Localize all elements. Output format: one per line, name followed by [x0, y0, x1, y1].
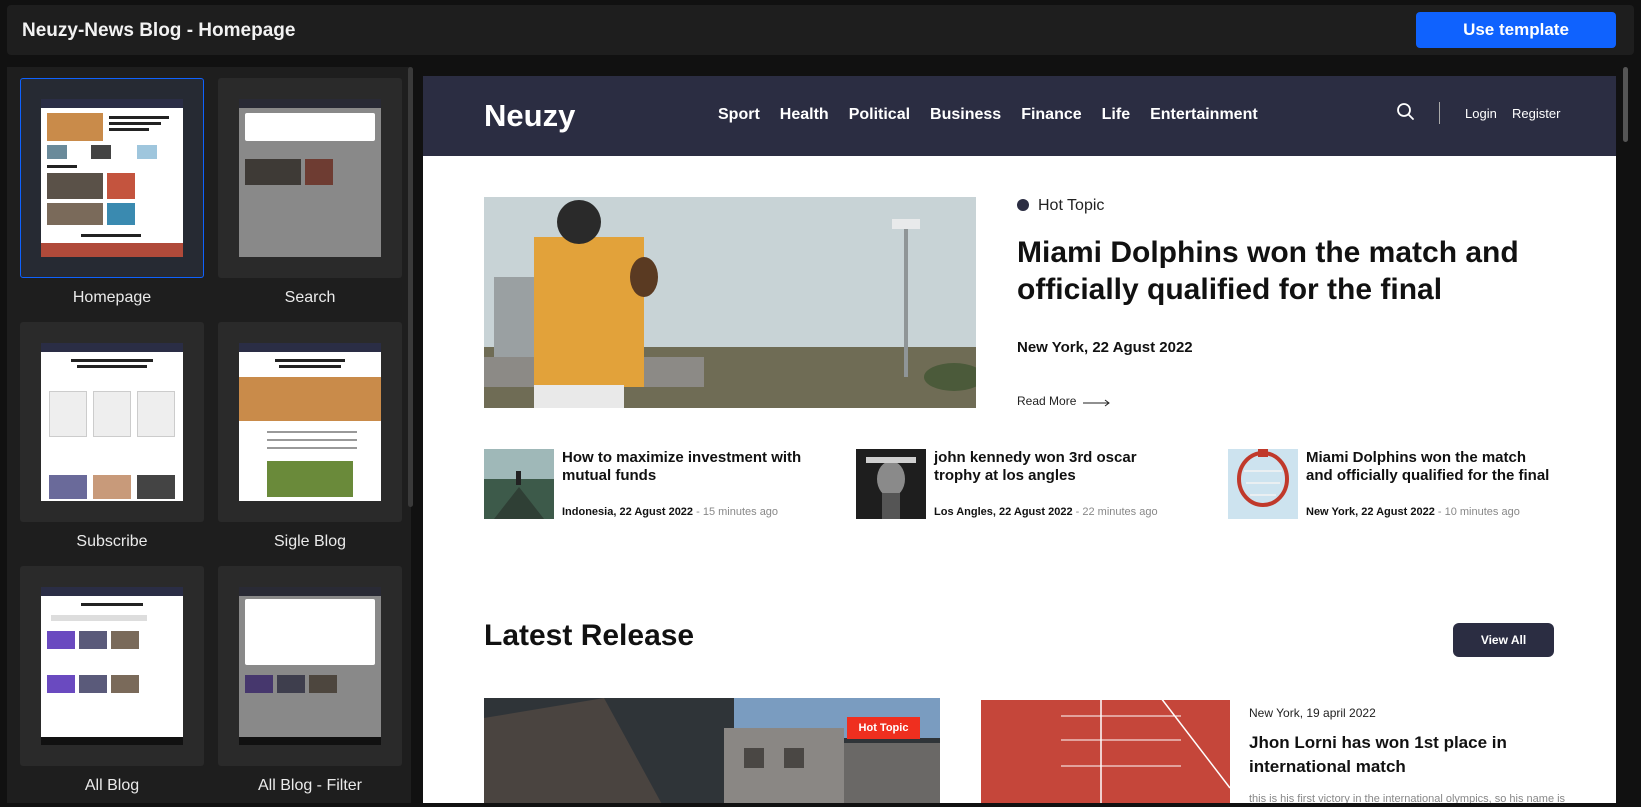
read-more-link[interactable]: Read More: [1017, 394, 1076, 408]
hero-date: 22 Agust 2022: [1092, 339, 1193, 356]
post-date: 22 Agust 2022: [619, 506, 694, 518]
template-label: Search: [284, 289, 336, 306]
all-blog-mini-preview: [41, 587, 183, 745]
search-mini-preview: [239, 99, 381, 257]
post-time-ago: - 10 minutes ago: [1437, 506, 1520, 518]
small-post[interactable]: john kennedy won 3rd oscar trophy at los…: [856, 449, 1186, 519]
template-gallery: Homepage Search Subscribe Sigle Blog All…: [7, 67, 411, 803]
post-title[interactable]: john kennedy won 3rd oscar trophy at los…: [934, 449, 1184, 485]
post-time-ago: - 22 minutes ago: [1075, 506, 1158, 518]
menu-item-health[interactable]: Health: [780, 106, 829, 124]
template-label: Sigle Blog: [273, 533, 347, 550]
gallery-scrollbar[interactable]: [408, 67, 413, 507]
hero-location: New York,: [1017, 339, 1089, 356]
post-thumbnail[interactable]: [856, 449, 926, 519]
template-thumbnail[interactable]: [20, 78, 204, 278]
template-label: Subscribe: [76, 533, 148, 550]
subscribe-mini-preview: [41, 343, 183, 501]
post-meta: New York, 22 Agust 2022 - 10 minutes ago: [1306, 506, 1520, 518]
post-time-ago: - 15 minutes ago: [696, 506, 779, 518]
post-meta: Indonesia, 22 Agust 2022 - 15 minutes ag…: [562, 506, 778, 518]
template-preview: Neuzy Sport Health Political Business Fi…: [423, 76, 1616, 803]
site-menu: Sport Health Political Business Finance …: [718, 106, 1258, 124]
menu-item-life[interactable]: Life: [1102, 106, 1130, 124]
template-thumbnail[interactable]: [20, 322, 204, 522]
menu-item-sport[interactable]: Sport: [718, 106, 760, 124]
hot-topic-badge: Hot Topic: [847, 717, 920, 739]
template-card-single-blog[interactable]: Sigle Blog: [218, 322, 402, 551]
latest-feature-image[interactable]: [484, 698, 940, 803]
hero-title[interactable]: Miami Dolphins won the match and officia…: [1017, 234, 1537, 308]
template-thumbnail[interactable]: [218, 78, 402, 278]
menu-item-finance[interactable]: Finance: [1021, 106, 1081, 124]
menu-item-entertainment[interactable]: Entertainment: [1150, 106, 1258, 124]
template-label: All Blog: [84, 777, 140, 794]
template-card-subscribe[interactable]: Subscribe: [20, 322, 204, 551]
article-excerpt: this is his first victory in the interna…: [1249, 793, 1566, 803]
register-link[interactable]: Register: [1512, 106, 1560, 121]
all-blog-filter-mini-preview: [239, 587, 381, 745]
template-title: Neuzy-News Blog - Homepage: [22, 20, 296, 41]
menu-item-business[interactable]: Business: [930, 106, 1001, 124]
article-meta: New York, 19 april 2022: [1249, 706, 1376, 720]
small-post[interactable]: How to maximize investment with mutual f…: [484, 449, 814, 519]
track-image[interactable]: [981, 698, 1230, 803]
site-navbar: Neuzy Sport Health Political Business Fi…: [423, 76, 1616, 156]
use-template-button[interactable]: Use template: [1416, 12, 1616, 48]
template-card-all-blog-filter[interactable]: All Blog - Filter: [218, 566, 402, 795]
homepage-mini-preview: [41, 99, 183, 257]
app-header: Neuzy-News Blog - Homepage Use template: [7, 5, 1634, 55]
hero-tag: Hot Topic: [1038, 197, 1105, 214]
post-date: 22 Agust 2022: [999, 506, 1073, 518]
article-title[interactable]: Jhon Lorni has won 1st place in internat…: [1249, 731, 1559, 779]
small-post[interactable]: Miami Dolphins won the match and officia…: [1228, 449, 1558, 519]
template-thumbnail[interactable]: [218, 566, 402, 766]
nav-divider: [1439, 102, 1440, 124]
post-title[interactable]: Miami Dolphins won the match and officia…: [1306, 449, 1556, 485]
post-title[interactable]: How to maximize investment with mutual f…: [562, 449, 812, 485]
template-card-homepage[interactable]: Homepage: [20, 78, 204, 307]
post-meta: Los Angles, 22 Agust 2022 - 22 minutes a…: [934, 506, 1158, 518]
arrow-right-icon[interactable]: [1083, 399, 1111, 407]
hot-topic-dot: [1017, 199, 1029, 211]
latest-release-heading: Latest Release: [484, 619, 695, 652]
view-all-button[interactable]: View All: [1453, 623, 1554, 657]
hero-meta: New York, 22 Agust 2022: [1017, 339, 1193, 356]
post-location: New York,: [1306, 506, 1359, 518]
login-link[interactable]: Login: [1465, 106, 1497, 121]
template-label: All Blog - Filter: [257, 777, 363, 794]
search-icon[interactable]: [1396, 102, 1416, 122]
post-location: Los Angles,: [934, 506, 996, 518]
hero-image[interactable]: [484, 197, 976, 408]
template-card-all-blog[interactable]: All Blog: [20, 566, 204, 795]
post-thumbnail[interactable]: [484, 449, 554, 519]
template-thumbnail[interactable]: [20, 566, 204, 766]
template-thumbnail[interactable]: [218, 322, 402, 522]
post-location: Indonesia,: [562, 506, 617, 518]
post-thumbnail[interactable]: [1228, 449, 1298, 519]
template-card-search[interactable]: Search: [218, 78, 402, 307]
single-blog-mini-preview: [239, 343, 381, 501]
post-date: 22 Agust 2022: [1361, 506, 1435, 518]
menu-item-political[interactable]: Political: [849, 106, 910, 124]
preview-scrollbar[interactable]: [1623, 67, 1628, 142]
template-label: Homepage: [72, 289, 152, 306]
site-logo[interactable]: Neuzy: [484, 98, 575, 134]
